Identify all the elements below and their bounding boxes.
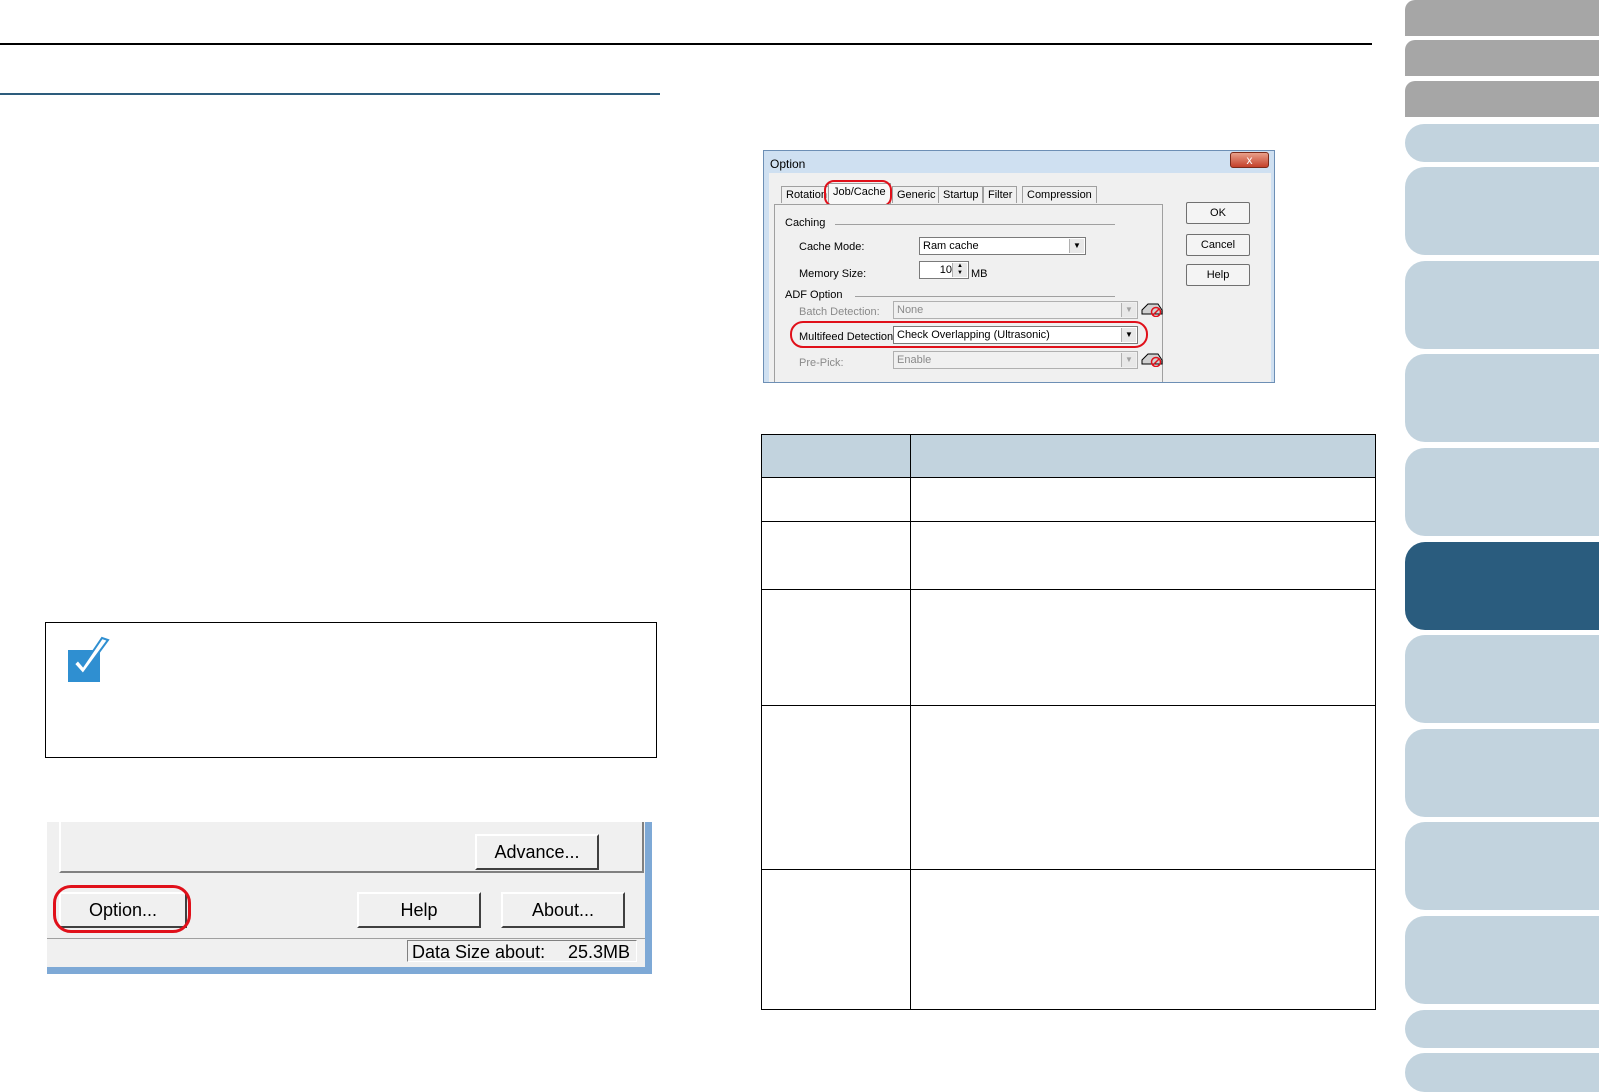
option-highlight-ring [53,885,191,933]
help-button[interactable]: Help [1186,264,1250,286]
settings-table [761,434,1376,1010]
dropdown-arrow-icon[interactable]: ▼ [1121,303,1136,317]
side-nav-tab-current[interactable] [1405,542,1599,630]
dropdown-arrow-icon[interactable]: ▼ [1069,239,1084,253]
table-cell [910,521,1376,590]
table-row [761,705,1376,870]
dialog-client: Rotation Job/Cache Generic Startup Filte… [769,173,1271,382]
scanner-disabled-icon [1141,353,1163,367]
side-nav-tab[interactable] [1405,40,1599,76]
tab-filter[interactable]: Filter [983,186,1018,203]
table-header-cell [761,434,911,478]
about-button[interactable]: About... [501,892,625,928]
pre-pick-value: Enable [897,354,932,366]
side-nav-tab[interactable] [1405,448,1599,536]
side-nav-tab[interactable] [1405,822,1599,910]
batch-detection-value: None [897,304,924,316]
spinner-arrows-icon[interactable]: ▲ ▼ [952,263,967,277]
window-edge [47,967,652,974]
table-row [761,869,1376,1010]
table-cell [910,477,1376,522]
tab-startup[interactable]: Startup [938,186,984,203]
help-button[interactable]: Help [357,892,481,928]
table-header-row [761,434,1376,478]
table-cell [761,869,911,1010]
window-edge [645,822,652,974]
memory-size-label: Memory Size: [799,268,867,280]
scanner-disabled-icon [1141,303,1163,317]
side-nav-tab[interactable] [1405,916,1599,1004]
side-nav-tab[interactable] [1405,124,1599,162]
pre-pick-label: Pre-Pick: [799,357,844,369]
batch-detection-label: Batch Detection: [799,306,880,318]
table-cell [761,589,911,706]
side-nav-tab[interactable] [1405,0,1599,36]
multifeed-highlight-ring [790,321,1148,348]
dropdown-arrow-icon[interactable]: ▼ [1121,353,1136,367]
ok-button[interactable]: OK [1186,202,1250,224]
advance-button[interactable]: Advance... [475,834,599,870]
table-row [761,477,1376,522]
data-size-value: 25.3MB [567,942,630,962]
dialog-title: Option [770,157,806,171]
checkmark-hint-icon [68,636,110,682]
side-nav-tab[interactable] [1405,167,1599,255]
group-divider [855,296,1115,297]
tab-highlight-ring [824,180,892,207]
group-divider [835,224,1115,225]
table-header-cell [910,434,1376,478]
side-nav-tab[interactable] [1405,354,1599,442]
memory-size-unit: MB [971,268,988,280]
header-rule [0,43,1372,45]
table-cell [761,521,911,590]
cancel-button[interactable]: Cancel [1186,234,1250,256]
close-button[interactable]: x [1230,152,1269,168]
hint-box [45,622,657,758]
cache-mode-value: Ram cache [923,240,979,252]
table-cell [761,477,911,522]
data-size-panel: Data Size about: 25.3MB [407,940,637,962]
side-nav-tab[interactable] [1405,81,1599,117]
side-nav-tab[interactable] [1405,261,1599,349]
caching-group-label: Caching [785,217,826,229]
cache-mode-label: Cache Mode: [799,241,865,253]
tab-compression[interactable]: Compression [1022,186,1097,203]
data-size-label: Data Size about: [412,942,546,962]
table-cell [910,869,1376,1010]
adf-group-label: ADF Option [785,289,843,301]
table-cell [761,705,911,870]
pre-pick-select[interactable]: Enable ▼ [893,351,1138,369]
side-nav-tab[interactable] [1405,1053,1599,1092]
twain-dialog-screenshot: Advance... Option... Help About... Data … [47,822,652,974]
table-row [761,521,1376,590]
cache-mode-select[interactable]: Ram cache ▼ [919,237,1086,255]
batch-detection-select[interactable]: None ▼ [893,301,1138,319]
memory-size-value: 10 [939,264,952,276]
section-rule [0,93,660,95]
side-nav-tab[interactable] [1405,1010,1599,1048]
table-cell [910,705,1376,870]
table-cell [910,589,1376,706]
table-row [761,589,1376,706]
memory-size-spinner[interactable]: 10 ▲ ▼ [919,261,969,279]
side-nav-tab[interactable] [1405,729,1599,817]
tab-generic[interactable]: Generic [892,186,941,203]
side-nav-tab[interactable] [1405,635,1599,723]
option-dialog: Option x Rotation Job/Cache Generic Star… [763,150,1275,383]
